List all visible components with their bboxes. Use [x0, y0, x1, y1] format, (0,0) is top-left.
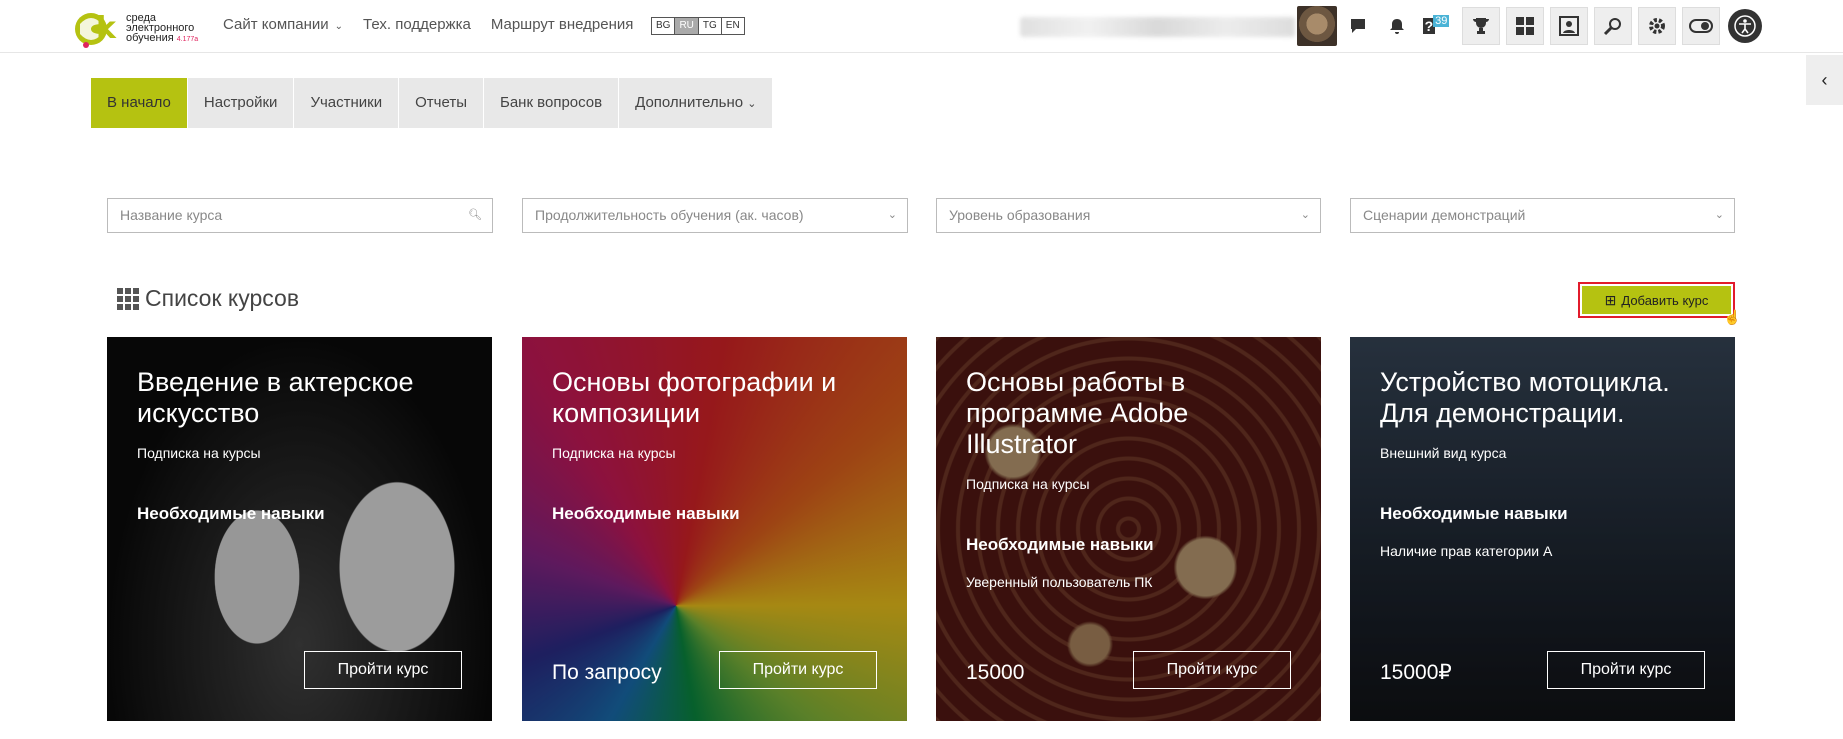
lang-tg[interactable]: TG [699, 18, 722, 34]
skills-label: Необходимые навыки [552, 504, 740, 523]
search-icon[interactable] [1594, 7, 1632, 45]
duration-select-value: Продолжительность обучения (ак. часов) [535, 207, 804, 223]
menu-reports[interactable]: Отчеты [399, 78, 484, 128]
course-price: 15000 [966, 661, 1025, 684]
course-card[interactable]: Основы фотографии и композиции Подписка … [522, 337, 907, 721]
dashboard-icon[interactable] [1506, 7, 1544, 45]
chevron-left-icon: ‹ [1821, 69, 1828, 90]
education-level-value: Уровень образования [949, 207, 1091, 223]
skills-label: Необходимые навыки [1380, 504, 1568, 523]
add-course-button[interactable]: ⊞ Добавить курс ☝ [1578, 282, 1741, 325]
course-subtitle: Подписка на курсы [137, 445, 261, 461]
users-icon[interactable] [1550, 7, 1588, 45]
chevron-down-icon: ⌄ [1300, 209, 1310, 221]
course-title: Устройство мотоцикла. Для демонстрации. [1380, 367, 1670, 428]
menu-question-bank[interactable]: Банк вопросов [484, 78, 620, 128]
add-grid-icon: ⊞ [1604, 291, 1617, 308]
course-title: Основы работы в программе Adobe Illustra… [966, 367, 1189, 459]
demo-scenario-select[interactable]: Сценарии демонстраций ⌄ [1350, 198, 1735, 233]
top-nav: Сайт компании ⌄ Тех. поддержка Маршрут вн… [223, 16, 633, 33]
nav-tech-support[interactable]: Тех. поддержка [363, 16, 471, 33]
logo-text: среда электронного обучения 4.177a [126, 13, 198, 45]
menu-settings[interactable]: Настройки [188, 78, 295, 128]
user-name-blurred [1020, 17, 1295, 37]
course-price: 15000₽ [1380, 661, 1452, 684]
course-card[interactable]: Устройство мотоцикла. Для демонстрации. … [1350, 337, 1735, 721]
search-placeholder: Название курса [120, 207, 223, 223]
lang-en[interactable]: EN [722, 18, 744, 34]
course-subtitle: Внешний вид курса [1380, 445, 1507, 461]
courses-heading: Список курсов [117, 285, 299, 312]
nav-company-site[interactable]: Сайт компании ⌄ [223, 16, 343, 33]
course-title: Введение в актерское искусство [137, 367, 414, 428]
sidebar-toggle[interactable]: ‹ [1806, 55, 1843, 105]
cursor-icon: ☝ [1723, 309, 1741, 325]
bell-icon[interactable] [1378, 7, 1416, 45]
demo-scenario-value: Сценарии демонстраций [1363, 207, 1526, 223]
course-subtitle: Подписка на курсы [966, 476, 1090, 492]
add-course-label: Добавить курс [1621, 292, 1709, 308]
courses-heading-text: Список курсов [145, 285, 300, 311]
skills-requirement: Уверенный пользователь ПК [966, 574, 1153, 590]
menu-home[interactable]: В начало [91, 78, 188, 128]
gear-icon[interactable] [1638, 7, 1676, 45]
course-subtitle: Подписка на курсы [552, 445, 676, 461]
top-bar: k среда электронного обучения 4.177a Сай… [0, 0, 1843, 53]
take-course-button[interactable]: Пройти курс [1133, 651, 1291, 689]
course-menu: В начало Настройки Участники Отчеты Банк… [91, 78, 774, 128]
skills-label: Необходимые навыки [137, 504, 325, 523]
search-input[interactable]: Название курса 🔍︎ [107, 198, 493, 233]
nav-implementation-route[interactable]: Маршрут внедрения [491, 16, 634, 33]
menu-more-label: Дополнительно [635, 94, 744, 111]
chevron-down-icon: ⌄ [887, 209, 897, 221]
version-label: 4.177a [176, 36, 199, 43]
lang-bg[interactable]: BG [652, 18, 676, 34]
accessibility-icon[interactable] [1728, 9, 1762, 43]
grid-icon [117, 287, 139, 310]
duration-select[interactable]: Продолжительность обучения (ак. часов) ⌄ [522, 198, 908, 233]
lang-ru[interactable]: RU [675, 18, 699, 34]
question-count: 39 [1433, 15, 1450, 27]
avatar[interactable] [1297, 6, 1337, 46]
chevron-down-icon: ⌄ [747, 98, 757, 110]
chevron-down-icon: ⌄ [334, 21, 344, 32]
trophy-icon[interactable] [1462, 7, 1500, 45]
svg-text:k: k [96, 11, 117, 46]
nav-company-site-label: Сайт компании [223, 16, 329, 33]
menu-participants[interactable]: Участники [294, 78, 400, 128]
chevron-down-icon: ⌄ [1714, 209, 1724, 221]
chat-icon[interactable] [1339, 7, 1377, 45]
logo-line-3: обучения [126, 32, 174, 44]
course-card[interactable]: Введение в актерское искусство Подписка … [107, 337, 492, 721]
menu-more[interactable]: Дополнительно ⌄ [619, 78, 774, 128]
questions-icon[interactable]: ? 39 [1417, 7, 1455, 45]
skills-label: Необходимые навыки [966, 535, 1154, 554]
search-icon: 🔍︎ [468, 209, 482, 221]
logo[interactable]: k среда электронного обучения 4.177a [74, 2, 209, 50]
course-card[interactable]: Основы работы в программе Adobe Illustra… [936, 337, 1321, 721]
take-course-button[interactable]: Пройти курс [304, 651, 462, 689]
skills-requirement: Наличие прав категории А [1380, 543, 1553, 559]
language-switcher: BG RU TG EN [651, 17, 745, 35]
education-level-select[interactable]: Уровень образования ⌄ [936, 198, 1321, 233]
logo-mark-icon: k [75, 11, 117, 48]
take-course-button[interactable]: Пройти курс [1547, 651, 1705, 689]
course-title: Основы фотографии и композиции [552, 367, 837, 428]
course-price: По запросу [552, 661, 662, 684]
toggle-icon[interactable] [1682, 7, 1720, 45]
take-course-button[interactable]: Пройти курс [719, 651, 877, 689]
